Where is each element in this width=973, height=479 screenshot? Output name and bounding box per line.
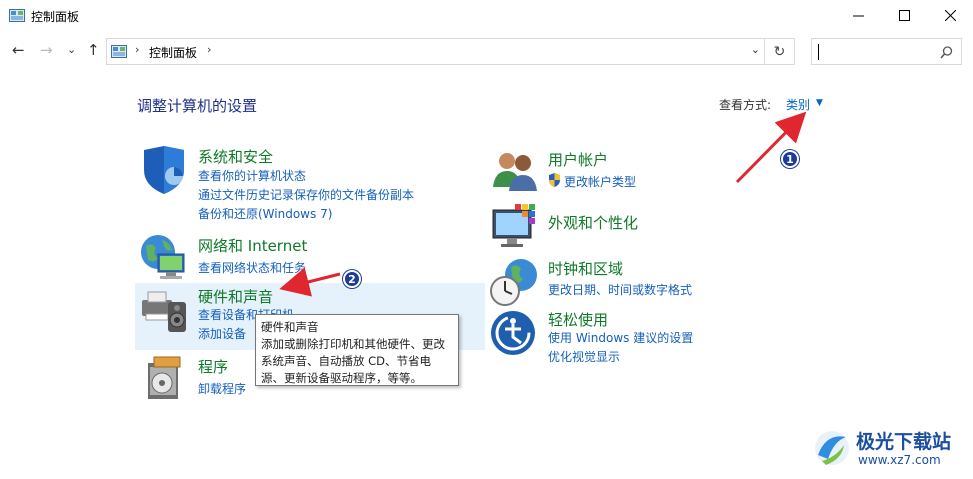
arrow-to-hardware-sound [279,267,341,297]
watermark-brand: 极光下载站 [856,431,952,453]
watermark-url: www.xz7.com [858,453,941,467]
watermark: 极光下载站 www.xz7.com [812,425,967,475]
annotation-badge-1: 1 [781,150,799,168]
annotation-badge-2: 2 [343,270,361,288]
annotation-arrows [279,111,807,297]
watermark-logo-icon [815,431,849,465]
